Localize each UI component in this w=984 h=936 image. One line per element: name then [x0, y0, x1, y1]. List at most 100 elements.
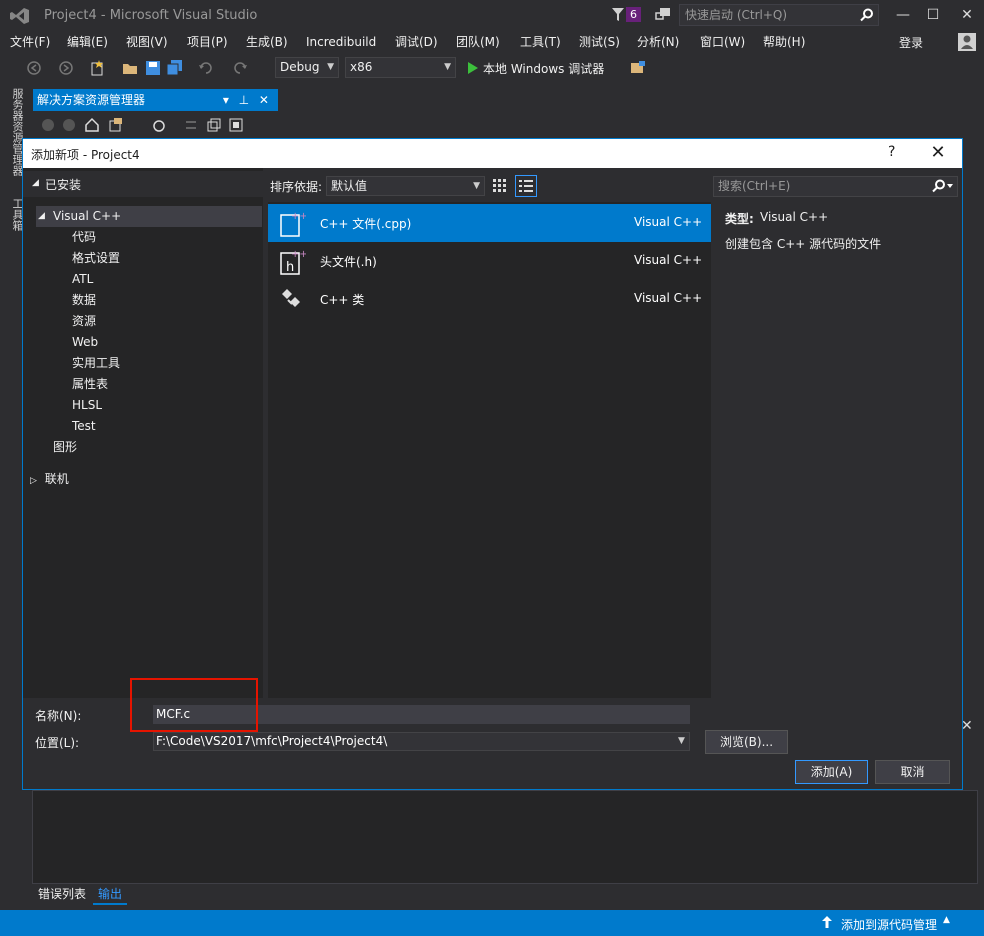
- forward-icon[interactable]: [62, 118, 76, 132]
- notification-badge[interactable]: 6: [626, 7, 641, 22]
- template-name: C++ 类: [320, 293, 365, 307]
- close-window-button[interactable]: ✕: [952, 4, 982, 26]
- tree-item-resources[interactable]: 资源: [72, 311, 96, 332]
- cpp-class-icon: [278, 285, 306, 313]
- tree-installed-row[interactable]: ◢ 已安装: [23, 171, 263, 197]
- template-search-input[interactable]: 搜索(Ctrl+E): [713, 176, 958, 197]
- forward-icon[interactable]: [58, 60, 74, 76]
- location-input[interactable]: F:\Code\VS2017\mfc\Project4\Project4\: [153, 732, 690, 751]
- show-all-files-icon[interactable]: [228, 117, 244, 133]
- save-icon[interactable]: [145, 60, 161, 76]
- template-item-cpp-class[interactable]: C++ 类 Visual C++: [268, 280, 711, 318]
- template-name: 头文件(.h): [320, 255, 377, 269]
- history-icon[interactable]: [151, 117, 167, 133]
- chevron-down-icon[interactable]: ▼: [678, 732, 685, 751]
- template-item-header-file[interactable]: h ++ 头文件(.h) Visual C++: [268, 242, 711, 280]
- tab-error-list[interactable]: 错误列表: [33, 884, 91, 905]
- add-button[interactable]: 添加(A): [795, 760, 868, 784]
- play-icon[interactable]: [465, 60, 481, 76]
- tree-item-test[interactable]: Test: [72, 416, 96, 437]
- menu-analyze[interactable]: 分析(N): [637, 32, 679, 52]
- help-button[interactable]: ?: [888, 144, 895, 160]
- tree-item-graphics[interactable]: 图形: [53, 437, 77, 458]
- menu-debug[interactable]: 调试(D): [395, 32, 438, 52]
- menu-help[interactable]: 帮助(H): [763, 32, 805, 52]
- dialog-title: 添加新项 - Project4: [31, 148, 140, 162]
- sort-by-value: 默认值: [331, 179, 368, 193]
- tab-output[interactable]: 输出: [93, 884, 128, 905]
- expanded-arrow-icon[interactable]: ◢: [32, 178, 39, 188]
- dialog-close-button[interactable]: ✕: [925, 141, 951, 165]
- new-project-icon[interactable]: [89, 60, 105, 76]
- tree-item-property-sheets[interactable]: 属性表: [72, 374, 108, 395]
- sort-by-combo[interactable]: 默认值 ▼: [326, 176, 485, 196]
- svg-text:++: ++: [291, 249, 306, 260]
- refresh-icon[interactable]: [183, 117, 199, 133]
- menu-team[interactable]: 团队(M): [456, 32, 500, 52]
- menu-file[interactable]: 文件(F): [10, 32, 50, 52]
- solution-explorer-header: 解决方案资源管理器 ▾ ⊥ ✕: [33, 89, 278, 111]
- tree-item-utilities[interactable]: 实用工具: [72, 353, 120, 374]
- back-icon[interactable]: [41, 118, 55, 132]
- maximize-button[interactable]: ☐: [918, 4, 948, 26]
- chevron-up-icon[interactable]: ▲: [943, 915, 950, 925]
- open-folder-icon[interactable]: [122, 60, 138, 76]
- solution-explorer-title: 解决方案资源管理器: [37, 93, 146, 107]
- platform-combo[interactable]: x86 ▼: [345, 57, 456, 78]
- tree-item-data[interactable]: 数据: [72, 290, 96, 311]
- quick-launch-input[interactable]: 快速启动 (Ctrl+Q): [679, 4, 879, 26]
- browse-button[interactable]: 浏览(B)...: [705, 730, 788, 754]
- filter-icon[interactable]: [612, 8, 624, 22]
- menu-test[interactable]: 测试(S): [579, 32, 620, 52]
- configuration-combo[interactable]: Debug ▼: [275, 57, 339, 78]
- menu-incredibuild[interactable]: Incredibuild: [306, 32, 376, 52]
- minimize-button[interactable]: —: [888, 4, 918, 26]
- add-to-source-control-button[interactable]: 添加到源代码管理: [841, 916, 937, 933]
- configuration-value: Debug: [280, 60, 320, 74]
- grid-view-icon[interactable]: [491, 177, 509, 195]
- home-icon[interactable]: [84, 117, 100, 133]
- panel-pin-close-controls[interactable]: ▾ ⊥ ✕: [223, 89, 272, 111]
- template-info-panel: [713, 202, 958, 698]
- platform-value: x86: [350, 60, 373, 74]
- undo-icon[interactable]: [198, 60, 214, 76]
- start-debugging-button[interactable]: 本地 Windows 调试器: [483, 60, 604, 77]
- menu-window[interactable]: 窗口(W): [700, 32, 745, 52]
- tree-item-visual-cpp[interactable]: ◢ Visual C++: [36, 206, 262, 227]
- redo-icon[interactable]: [232, 60, 248, 76]
- menu-edit[interactable]: 编辑(E): [67, 32, 108, 52]
- menu-build[interactable]: 生成(B): [246, 32, 288, 52]
- tree-item-atl[interactable]: ATL: [72, 269, 93, 290]
- expanded-arrow-icon[interactable]: ◢: [38, 206, 45, 227]
- list-view-icon[interactable]: [515, 175, 537, 197]
- feedback-icon[interactable]: [655, 7, 671, 23]
- account-icon[interactable]: [958, 33, 976, 51]
- attach-process-icon[interactable]: [630, 60, 646, 76]
- menu-project[interactable]: 项目(P): [187, 32, 228, 52]
- info-type-value: Visual C++: [760, 210, 829, 224]
- search-icon[interactable]: [931, 179, 953, 193]
- sync-icon[interactable]: [108, 117, 124, 133]
- template-type: Visual C++: [634, 215, 703, 229]
- annotation-highlight-box: [130, 678, 258, 732]
- search-icon[interactable]: [860, 8, 874, 22]
- save-all-icon[interactable]: [167, 60, 183, 76]
- tree-item-web[interactable]: Web: [72, 332, 98, 353]
- svg-text:h: h: [286, 260, 294, 275]
- collapsed-arrow-icon[interactable]: ▷: [30, 476, 37, 486]
- window-title: Project4 - Microsoft Visual Studio: [44, 8, 258, 23]
- tree-item-code[interactable]: 代码: [72, 227, 96, 248]
- back-icon[interactable]: [26, 60, 42, 76]
- cancel-button[interactable]: 取消: [875, 760, 950, 784]
- tree-item-hlsl[interactable]: HLSL: [72, 395, 102, 416]
- login-link[interactable]: 登录: [899, 34, 923, 51]
- template-item-cpp-file[interactable]: ++ C++ 文件(.cpp) Visual C++: [268, 204, 711, 242]
- header-file-icon: h ++: [278, 247, 306, 275]
- collapse-all-icon[interactable]: [206, 117, 222, 133]
- tree-item-online[interactable]: ▷ 联机: [30, 469, 69, 490]
- menu-tools[interactable]: 工具(T): [520, 32, 561, 52]
- chevron-down-icon: ▼: [473, 181, 480, 191]
- tree-item-formatting[interactable]: 格式设置: [72, 248, 120, 269]
- menu-view[interactable]: 视图(V): [126, 32, 168, 52]
- template-type: Visual C++: [634, 291, 703, 305]
